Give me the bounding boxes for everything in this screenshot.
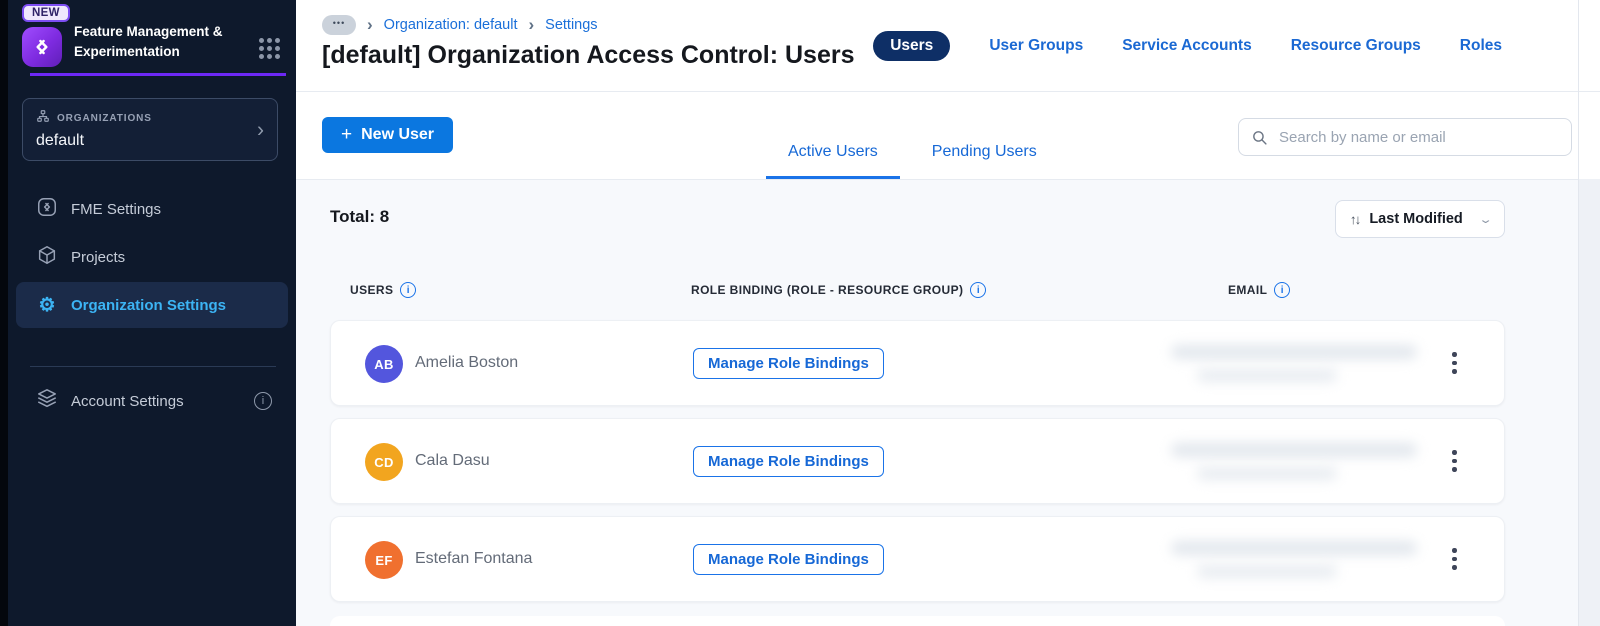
org-selector-label: ORGANIZATIONS xyxy=(57,113,152,124)
sort-arrows-icon: ↑↓ xyxy=(1349,211,1361,227)
layers-icon xyxy=(36,388,58,414)
info-icon[interactable]: i xyxy=(970,282,987,298)
avatar: EF xyxy=(365,541,403,579)
window-edge-strip xyxy=(0,0,8,626)
column-header-label: EMAIL xyxy=(1228,283,1268,297)
search-box xyxy=(1238,118,1572,156)
user-name: Estefan Fontana xyxy=(415,550,533,567)
tab-service-accounts[interactable]: Service Accounts xyxy=(1122,37,1252,55)
kebab-menu-icon[interactable] xyxy=(1447,347,1462,379)
sort-dropdown[interactable]: ↑↓ Last Modified ⌄ xyxy=(1334,200,1505,238)
chevron-right-icon: › xyxy=(528,14,535,34)
breadcrumb-ellipsis[interactable]: ••• xyxy=(322,15,356,35)
new-user-button-label: New User xyxy=(361,126,435,143)
org-selector-value: default xyxy=(36,132,85,149)
user-row: CD Cala Dasu Manage Role Bindings xyxy=(330,418,1505,504)
manage-role-bindings-button[interactable]: Manage Role Bindings xyxy=(693,446,884,477)
sort-dropdown-value: Last Modified xyxy=(1369,211,1463,227)
email-redacted xyxy=(1171,541,1427,578)
cube-icon xyxy=(36,244,58,270)
sidebar-item-label: Account Settings xyxy=(71,392,184,410)
breadcrumb: ••• › Organization: default › Settings xyxy=(322,15,598,35)
user-list: AB Amelia Boston Manage Role Bindings CD… xyxy=(330,320,1505,614)
email-redacted xyxy=(1171,443,1427,480)
plus-icon: + xyxy=(341,124,353,146)
access-control-tabs: Users User Groups Service Accounts Resou… xyxy=(873,31,1502,61)
email-redacted xyxy=(1171,345,1427,382)
chevron-right-icon: › xyxy=(367,14,373,34)
sidebar-item-label: Projects xyxy=(71,248,126,266)
right-margin-strip xyxy=(1578,0,1600,626)
info-icon[interactable]: i xyxy=(1274,282,1291,298)
user-view-tabs: Active Users Pending Users xyxy=(766,143,1059,179)
manage-role-bindings-button[interactable]: Manage Role Bindings xyxy=(693,348,884,379)
tab-users[interactable]: Users xyxy=(873,31,951,61)
breadcrumb-link-organization[interactable]: Organization: default xyxy=(384,17,518,33)
manage-role-bindings-button[interactable]: Manage Role Bindings xyxy=(693,544,884,575)
tab-roles[interactable]: Roles xyxy=(1460,37,1502,55)
user-row: EF Estefan Fontana Manage Role Bindings xyxy=(330,516,1505,602)
avatar: AB xyxy=(365,345,403,383)
sidebar-divider xyxy=(30,366,276,367)
sidebar-item-fme-settings[interactable]: FME Settings xyxy=(16,186,288,232)
purple-divider xyxy=(30,73,286,76)
column-header-label: ROLE BINDING (ROLE - RESOURCE GROUP) xyxy=(691,283,964,297)
tab-user-groups[interactable]: User Groups xyxy=(989,37,1083,55)
column-header-role-binding: ROLE BINDING (ROLE - RESOURCE GROUP) i xyxy=(691,282,987,298)
org-hierarchy-icon xyxy=(36,109,50,128)
fme-logo-icon xyxy=(22,27,62,67)
user-name: Amelia Boston xyxy=(415,354,519,371)
tab-resource-groups[interactable]: Resource Groups xyxy=(1291,37,1421,55)
sidebar-item-organization-settings[interactable]: ⚙ Organization Settings xyxy=(16,282,288,328)
chevron-right-icon: › xyxy=(257,118,264,141)
page-header: ••• › Organization: default › Settings [… xyxy=(296,0,1578,92)
sidebar-nav: FME Settings Projects ⚙ Organization Set… xyxy=(8,186,296,328)
sidebar-header: NEW Feature Management & Experimentation xyxy=(8,0,296,67)
avatar: CD xyxy=(365,443,403,481)
app-switcher-grid-icon[interactable] xyxy=(259,38,280,59)
column-header-email: EMAIL i xyxy=(1228,282,1291,298)
info-icon[interactable]: i xyxy=(254,392,272,410)
breadcrumb-link-settings[interactable]: Settings xyxy=(545,17,597,33)
column-header-users: USERS i xyxy=(350,282,417,298)
app-window: NEW Feature Management & Experimentation xyxy=(0,0,1600,626)
next-row-partial xyxy=(330,616,1505,626)
search-icon xyxy=(1251,129,1268,146)
organization-selector[interactable]: ORGANIZATIONS default › xyxy=(22,98,278,161)
tab-pending-users[interactable]: Pending Users xyxy=(910,143,1059,179)
sidebar-item-projects[interactable]: Projects xyxy=(16,234,288,280)
user-name: Cala Dasu xyxy=(415,452,490,469)
new-user-button[interactable]: + New User xyxy=(322,117,454,153)
kebab-menu-icon[interactable] xyxy=(1447,445,1462,477)
total-count: Total: 8 xyxy=(330,207,390,226)
search-input[interactable] xyxy=(1277,127,1559,147)
sidebar-item-label: Organization Settings xyxy=(71,296,227,314)
user-row: AB Amelia Boston Manage Role Bindings xyxy=(330,320,1505,406)
tab-active-users[interactable]: Active Users xyxy=(766,143,900,179)
page-title: [default] Organization Access Control: U… xyxy=(322,41,855,69)
split-diamond-icon xyxy=(36,196,58,222)
column-header-label: USERS xyxy=(350,283,394,297)
sidebar: NEW Feature Management & Experimentation xyxy=(8,0,296,626)
toolbar: + New User Active Users Pending Users xyxy=(296,92,1578,180)
gear-icon: ⚙ xyxy=(38,294,56,316)
sidebar-item-account-settings[interactable]: Account Settings i xyxy=(8,388,296,414)
chevron-down-icon: ⌄ xyxy=(1478,213,1493,226)
sidebar-item-label: FME Settings xyxy=(71,200,162,218)
users-list-panel: Total: 8 ↑↓ Last Modified ⌄ USERS i ROLE… xyxy=(296,180,1578,626)
kebab-menu-icon[interactable] xyxy=(1447,543,1462,575)
main-area: ••• › Organization: default › Settings [… xyxy=(296,0,1578,626)
new-badge: NEW xyxy=(22,4,70,22)
info-icon[interactable]: i xyxy=(400,282,417,298)
app-title: Feature Management & Experimentation xyxy=(74,24,223,60)
